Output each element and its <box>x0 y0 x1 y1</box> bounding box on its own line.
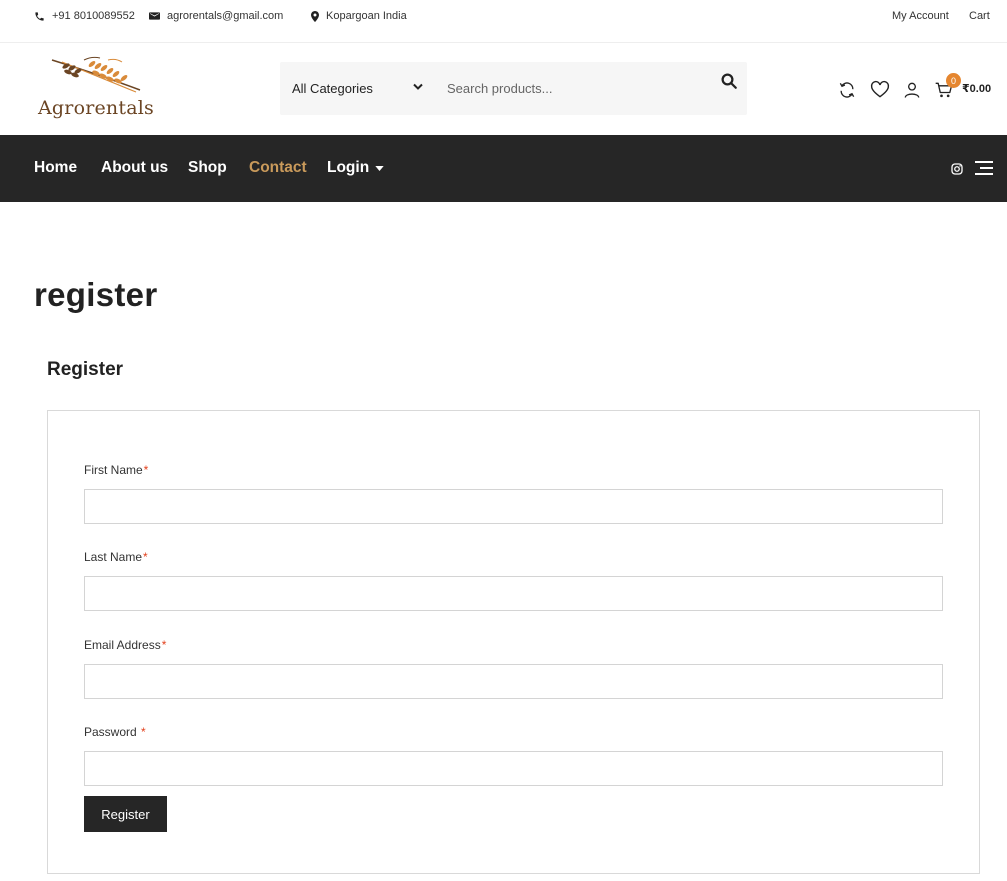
email-text: agrorentals@gmail.com <box>167 10 284 22</box>
heart-icon[interactable] <box>870 80 890 100</box>
nav-login-label: Login <box>327 159 370 176</box>
map-marker-icon <box>311 10 319 22</box>
topbar-location: Kopargoan India <box>311 9 407 23</box>
last-name-label: Last Name* <box>84 550 148 564</box>
my-account-link[interactable]: My Account <box>892 9 949 23</box>
envelope-icon <box>149 12 160 20</box>
compare-icon[interactable] <box>837 80 857 100</box>
header: Agrorentals All Categories 0 ₹0.00 <box>0 43 1007 135</box>
register-form: First Name* Last Name* Email Address* Pa… <box>47 410 980 874</box>
last-name-field[interactable] <box>84 576 943 611</box>
main-nav: Home About us Shop Contact Login <box>0 135 1007 202</box>
user-icon[interactable] <box>902 80 922 100</box>
logo-text: Agrorentals <box>38 97 154 119</box>
instagram-icon[interactable] <box>951 163 963 175</box>
nav-login[interactable]: Login <box>327 159 384 177</box>
nav-about[interactable]: About us <box>101 159 168 177</box>
cart-link[interactable]: Cart <box>969 9 990 23</box>
hamburger-menu-icon[interactable] <box>975 161 993 175</box>
required-mark: * <box>143 550 148 564</box>
phone-text: +91 8010089552 <box>52 10 135 22</box>
password-label: Password * <box>84 725 146 739</box>
wheat-logo-icon <box>51 56 141 93</box>
nav-contact[interactable]: Contact <box>249 159 307 177</box>
chevron-down-icon <box>413 83 423 90</box>
register-button[interactable]: Register <box>84 796 167 832</box>
category-selected: All Categories <box>292 81 373 96</box>
search-bar: All Categories <box>280 62 747 115</box>
page-title: register <box>34 276 158 313</box>
top-bar: +91 8010089552 agrorentals@gmail.com Kop… <box>0 0 1007 43</box>
site-logo[interactable]: Agrorentals <box>38 54 158 124</box>
cart-count-badge: 0 <box>946 73 961 88</box>
search-icon[interactable] <box>720 72 738 90</box>
nav-shop[interactable]: Shop <box>188 159 227 177</box>
phone-icon <box>35 11 44 21</box>
category-select[interactable]: All Categories <box>292 62 432 115</box>
required-mark: * <box>141 725 146 739</box>
required-mark: * <box>161 638 167 652</box>
required-mark: * <box>143 463 149 477</box>
section-title: Register <box>47 359 124 380</box>
location-text: Kopargoan India <box>326 10 407 22</box>
password-field[interactable] <box>84 751 943 786</box>
first-name-label: First Name* <box>84 463 149 477</box>
cart-total[interactable]: ₹0.00 <box>962 82 991 95</box>
topbar-phone[interactable]: +91 8010089552 <box>34 9 135 23</box>
first-name-field[interactable] <box>84 489 943 524</box>
email-field[interactable] <box>84 664 943 699</box>
topbar-email[interactable]: agrorentals@gmail.com <box>149 9 283 23</box>
search-input[interactable] <box>447 76 707 100</box>
caret-down-icon <box>375 165 384 171</box>
email-label: Email Address* <box>84 638 167 652</box>
nav-home[interactable]: Home <box>34 159 77 177</box>
